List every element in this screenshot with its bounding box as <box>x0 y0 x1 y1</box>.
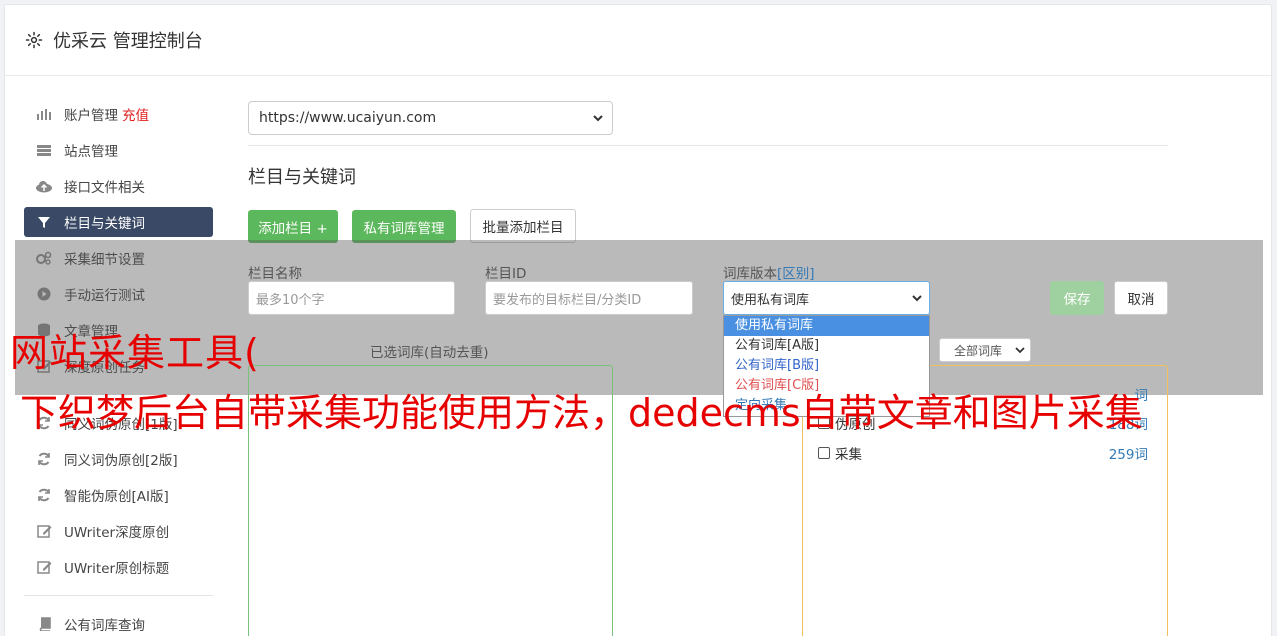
recharge-link[interactable]: 充值 <box>122 104 149 124</box>
gear-icon <box>25 31 43 49</box>
edit-icon <box>35 560 53 574</box>
edit-icon <box>35 524 53 538</box>
sidebar-item-label: 智能伪原创[AI版] <box>64 489 169 505</box>
sidebar-item-public-lib[interactable]: 公有词库查询 <box>24 609 213 636</box>
dropdown-option[interactable]: 使用私有词库 <box>724 316 929 336</box>
chevron-down-icon <box>911 291 923 309</box>
difference-link[interactable]: [区别] <box>777 266 815 282</box>
divider <box>248 145 1168 146</box>
bar-chart-icon <box>35 107 53 121</box>
filter-icon <box>35 215 53 229</box>
sidebar-item-interface-files[interactable]: 接口文件相关 <box>24 171 213 201</box>
refresh-icon <box>35 452 53 466</box>
sidebar-item-sites[interactable]: 站点管理 <box>24 135 213 165</box>
chevron-down-icon <box>1015 344 1025 359</box>
library-filter-value: 全部词库 <box>954 343 1003 358</box>
dropdown-option[interactable]: 公有词库[B版] <box>724 356 929 376</box>
sidebar-item-label: UWriter深度原创 <box>64 525 170 541</box>
column-id-label: 栏目ID <box>485 266 527 282</box>
site-select-value: https://www.ucaiyun.com <box>259 110 437 126</box>
sidebar-item-label: UWriter原创标题 <box>64 561 170 577</box>
refresh-icon <box>35 488 53 502</box>
private-library-button[interactable]: 私有词库管理 <box>352 210 456 243</box>
cloud-upload-icon <box>35 179 53 193</box>
library-version-text: 词库版本 <box>723 266 777 282</box>
dropdown-option[interactable]: 公有词库[A版] <box>724 336 929 356</box>
sidebar-item-ai-rewrite[interactable]: 智能伪原创[AI版] <box>24 480 213 510</box>
watermark-line-2: 下织梦后台自带采集功能使用方法，dedecms自带文章和图片采集 <box>20 391 1143 435</box>
selected-library-label: 已选词库(自动去重) <box>370 345 489 361</box>
sidebar-item-label: 站点管理 <box>64 144 118 160</box>
batch-add-column-button[interactable]: 批量添加栏目 <box>470 209 576 243</box>
library-name: 采集 <box>835 447 862 463</box>
sidebar-item-label: 栏目与关键词 <box>64 216 145 232</box>
library-version-value: 使用私有词库 <box>731 292 810 308</box>
add-column-button[interactable]: 添加栏目 + <box>248 210 338 243</box>
checkbox[interactable] <box>818 447 830 459</box>
sidebar-item-label: 同义词伪原创[2版] <box>64 453 178 469</box>
column-name-input[interactable]: 最多10个字 <box>248 281 455 315</box>
column-name-label: 栏目名称 <box>248 266 302 282</box>
site-select[interactable]: https://www.ucaiyun.com <box>248 101 613 135</box>
save-button[interactable]: 保存 <box>1050 281 1104 315</box>
page-title: 优采云 管理控制台 <box>53 31 203 52</box>
library-row[interactable]: 采集 259词 <box>818 443 1148 463</box>
sidebar-item-uwriter-title[interactable]: UWriter原创标题 <box>24 552 213 582</box>
column-id-input[interactable]: 要发布的目标栏目/分类ID <box>485 281 693 315</box>
chevron-down-icon <box>592 111 604 129</box>
sidebar-item-label: 公有词库查询 <box>64 618 145 634</box>
library-version-label: 词库版本[区别] <box>723 262 815 282</box>
sidebar-item-columns-keywords[interactable]: 栏目与关键词 <box>24 207 213 237</box>
top-bar: 优采云 管理控制台 <box>5 5 1271 76</box>
sidebar-item-account[interactable]: 账户管理 充值 <box>24 99 213 129</box>
sidebar-item-label: 账户管理 <box>64 108 118 124</box>
library-count: 259词 <box>1108 447 1148 463</box>
watermark-line-1: 网站采集工具( <box>10 331 260 375</box>
library-filter-select[interactable]: 全部词库 <box>939 338 1031 362</box>
library-version-select[interactable]: 使用私有词库 <box>723 281 930 315</box>
sidebar-item-label: 接口文件相关 <box>64 180 145 196</box>
sidebar-divider <box>24 595 213 596</box>
book-icon <box>35 617 53 631</box>
section-title: 栏目与关键词 <box>248 167 356 188</box>
server-icon <box>35 143 53 157</box>
cancel-button[interactable]: 取消 <box>1114 281 1168 315</box>
sidebar-item-uwriter-deep[interactable]: UWriter深度原创 <box>24 516 213 546</box>
sidebar-item-synonym-v2[interactable]: 同义词伪原创[2版] <box>24 444 213 474</box>
